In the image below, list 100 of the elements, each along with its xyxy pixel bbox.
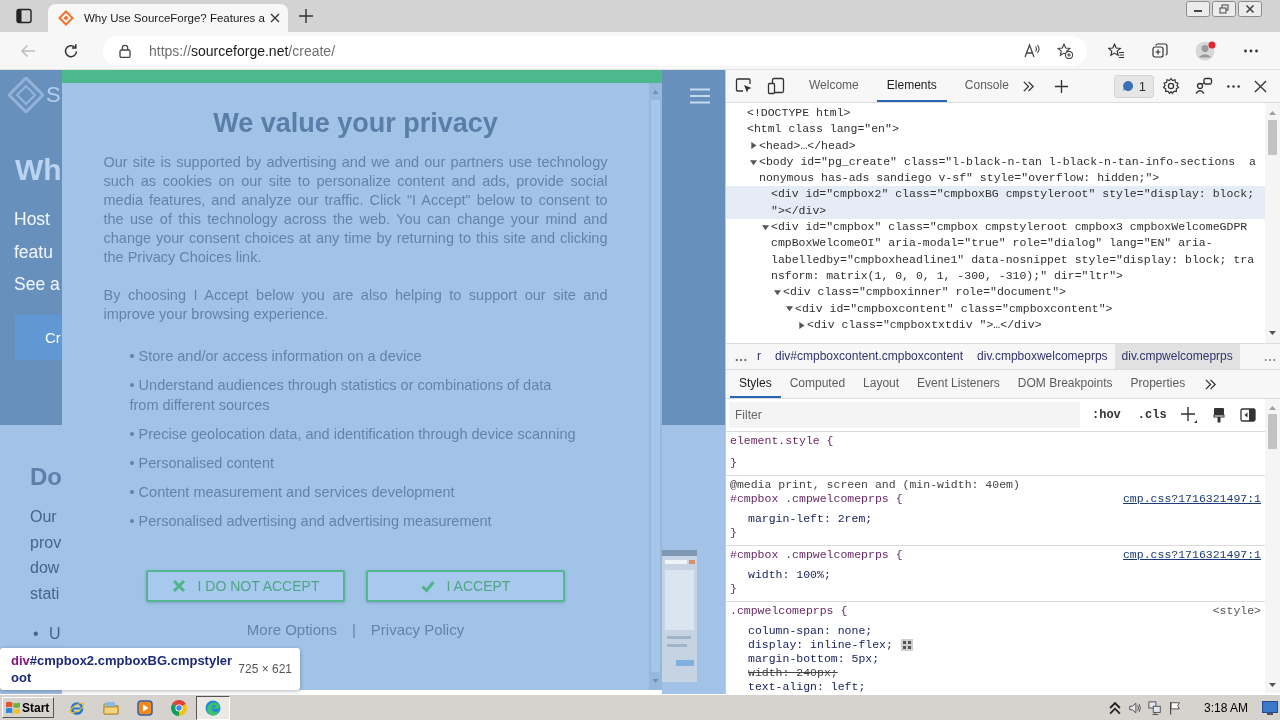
- caret-down-icon[interactable]: [773, 288, 781, 296]
- purpose-item: • Precise geolocation data, and identification through device scanning: [129, 425, 577, 444]
- inspect-icon[interactable]: [735, 77, 753, 95]
- show-desktop-icon[interactable]: [1262, 700, 1278, 715]
- chevrons-icon[interactable]: [1021, 79, 1035, 93]
- dialog-title: We value your privacy: [213, 107, 498, 139]
- scrollbar-drawing[interactable]: [1265, 399, 1280, 693]
- address-bar[interactable]: https://sourceforge.net/create/: [103, 35, 1087, 66]
- css-declaration[interactable]: text-align: left;: [748, 680, 866, 694]
- device-icon[interactable]: [767, 77, 785, 95]
- purpose-item: • Content measurement and services development: [129, 483, 456, 502]
- panel-tab[interactable]: Event Listeners: [908, 370, 1009, 398]
- taskbar-button[interactable]: [137, 699, 154, 716]
- settings-icon[interactable]: [1162, 77, 1180, 95]
- caret-down-icon[interactable]: [761, 223, 769, 231]
- devtools-tab[interactable]: Console: [954, 70, 1019, 102]
- dom-tree-row[interactable]: <div id="cmpboxcontent" class="cmpboxcontent">: [726, 300, 1265, 317]
- scrollbar-drawing[interactable]: [1265, 103, 1280, 343]
- windows-flag-icon: [5, 699, 21, 716]
- ring-orbit-icon: [69, 699, 86, 716]
- network-icon[interactable]: [1147, 700, 1162, 715]
- paint-brush-icon[interactable]: [1210, 407, 1227, 423]
- devtools-tab[interactable]: Elements: [876, 70, 947, 102]
- lock-icon[interactable]: [119, 43, 131, 58]
- breadcrumb[interactable]: div.cmpboxwelcomeprps: [970, 344, 1115, 369]
- clock[interactable]: 3:18 AM: [1203, 700, 1248, 715]
- ellipsis-icon[interactable]: [735, 357, 747, 362]
- dom-node-text: <div id="cmpbox" class="cmpbox cmpstyleroot cmpbox3 cmpboxWelcomeGDPR cmpBoxWelcomeOI" aria-modal="true" role="dialog" lang="EN" aria- labelledby="cmpboxheadline1" data-nosnippet style="display: block; tra nsform: matrix(1, 0, 0, 1, -300, -310);" dir="ltr">: [771, 219, 1255, 284]
- dom-node-text: <html class lang="en">: [747, 121, 899, 138]
- purpose-item: • Understand audiences through statistics or combinations of data from different sources: [129, 376, 553, 415]
- dom-node-text: <div class="cmpboxinner" role="document">: [783, 284, 1066, 301]
- breadcrumb[interactable]: div#cmpboxcontent.cmpboxcontent: [768, 344, 971, 369]
- devtools-tab[interactable]: Welcome: [799, 70, 869, 102]
- css-declaration[interactable]: width: 240px;: [748, 666, 838, 680]
- read-aloud-icon[interactable]: [1024, 42, 1040, 59]
- add-favorite-icon[interactable]: [1057, 42, 1073, 59]
- close-icon[interactable]: [1254, 79, 1267, 93]
- dom-tree-row[interactable]: <!DOCTYPE html>: [726, 105, 1265, 122]
- panel-tab[interactable]: DOM Breakpoints: [1008, 370, 1122, 398]
- css-selector: .cmpwelcomeprps {: [730, 604, 848, 618]
- page-text: dow: [30, 558, 61, 579]
- refresh-icon[interactable]: [63, 42, 79, 59]
- page-text: prov: [30, 532, 62, 553]
- panel-tab[interactable]: Layout: [854, 370, 909, 398]
- close-icon[interactable]: [270, 13, 280, 23]
- css-selector: #cmpbox .cmpwelcomeprps {: [730, 548, 903, 562]
- scrollbar-drawing[interactable]: [649, 83, 662, 690]
- caret-down-icon[interactable]: [749, 158, 757, 166]
- issues-button[interactable]: 1: [1113, 74, 1154, 98]
- connect-icon[interactable]: [1195, 77, 1213, 95]
- start-button[interactable]: Start: [2, 697, 55, 718]
- panel-tab[interactable]: Properties: [1121, 370, 1195, 398]
- source-label: <style>: [1212, 604, 1261, 618]
- dom-tree-row[interactable]: <div class="cmpboxinner" role="document">: [726, 284, 1265, 301]
- browser-tab[interactable]: Why Use SourceForge? Features a: [48, 4, 288, 32]
- speaker-icon[interactable]: [1127, 700, 1142, 715]
- dom-tree-row[interactable]: <html class lang="en">: [726, 121, 1265, 138]
- caret-right-icon[interactable]: [797, 321, 805, 329]
- dom-tree-row[interactable]: <div class="cmpboxtxtdiv ">…</div>: [726, 316, 1265, 334]
- chevrons-icon[interactable]: [1204, 377, 1218, 391]
- chevron-up-icon[interactable]: [1107, 700, 1122, 715]
- purpose-item: • Personalised advertising and advertising measurement: [129, 512, 493, 531]
- page-text: Our: [30, 507, 58, 527]
- segmented-circle-icon: [171, 699, 188, 716]
- filter-field[interactable]: Filter: [729, 402, 1080, 428]
- css-declaration[interactable]: width: 100%;: [748, 568, 831, 582]
- restore-icon[interactable]: [1212, 1, 1236, 17]
- css-declaration[interactable]: margin-bottom: 5px;: [748, 652, 880, 666]
- flag-icon[interactable]: [1167, 700, 1182, 715]
- taskbar-button[interactable]: [171, 699, 188, 716]
- plus-icon[interactable]: [1179, 406, 1198, 424]
- dom-tree-row[interactable]: <head>…</head>: [726, 137, 1265, 154]
- element-size: 725 × 621: [238, 662, 292, 676]
- source-link[interactable]: cmp.css?1716321497:1: [1122, 492, 1261, 506]
- breadcrumb[interactable]: r: [750, 344, 768, 369]
- minimize-icon[interactable]: [1186, 1, 1210, 17]
- source-link[interactable]: cmp.css?1716321497:1: [1122, 548, 1261, 562]
- ellipsis-icon[interactable]: [1264, 357, 1276, 362]
- caret-down-icon[interactable]: [785, 305, 793, 313]
- toggle-button[interactable]: :hov: [1090, 408, 1123, 422]
- page-text: Host: [13, 208, 51, 231]
- tab-actions-icon[interactable]: [16, 8, 32, 24]
- collections-icon[interactable]: [1152, 42, 1168, 59]
- sidebar-toggle-icon[interactable]: [1239, 407, 1256, 423]
- css-declaration[interactable]: margin-left: 2rem;: [748, 512, 873, 526]
- css-declaration[interactable]: column-span: none;: [748, 624, 873, 638]
- diamond-icon: [58, 10, 74, 26]
- plus-icon[interactable]: [1053, 78, 1069, 94]
- favorites-icon[interactable]: [1108, 42, 1124, 59]
- css-declaration[interactable]: display: inline-flex;: [748, 638, 893, 652]
- breadcrumb[interactable]: div.cmpwelcomeprps: [1114, 344, 1240, 369]
- close-icon[interactable]: [1238, 1, 1262, 17]
- logo-text: S: [46, 82, 61, 108]
- taskbar-button[interactable]: [196, 695, 231, 720]
- panel-tab[interactable]: Styles: [730, 370, 781, 398]
- panel-tab[interactable]: Computed: [780, 370, 855, 398]
- caret-right-icon[interactable]: [749, 142, 757, 150]
- avatar-icon[interactable]: [1195, 39, 1217, 62]
- grid-icon[interactable]: [900, 639, 913, 651]
- toggle-button[interactable]: .cls: [1135, 408, 1169, 422]
